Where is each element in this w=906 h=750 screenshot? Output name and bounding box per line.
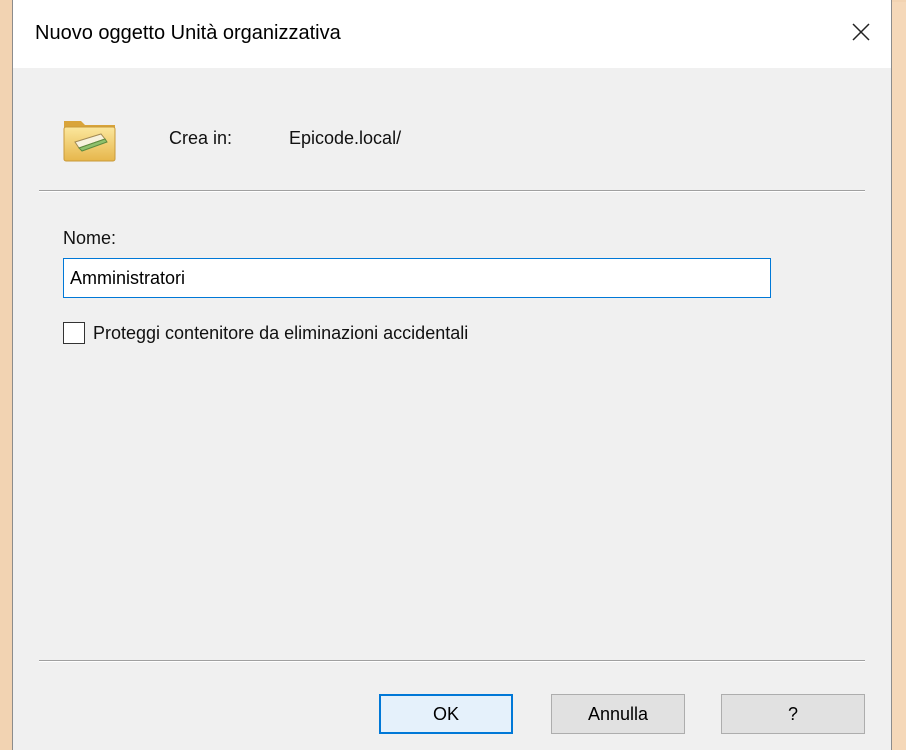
new-ou-dialog: Nuovo oggetto Unità organizzativa Crea i… [12, 0, 892, 750]
ok-button[interactable]: OK [379, 694, 513, 734]
close-button[interactable] [841, 12, 881, 52]
background-frame [0, 0, 12, 750]
dialog-title: Nuovo oggetto Unità organizzativa [35, 22, 341, 44]
name-input[interactable] [63, 258, 771, 298]
name-label: Nome: [63, 228, 117, 248]
organizational-unit-folder-icon [63, 121, 116, 162]
protect-container-checkbox-row[interactable]: Proteggi contenitore da eliminazioni acc… [63, 322, 468, 344]
separator [39, 190, 865, 192]
page: Nuovo oggetto Unità organizzativa Crea i… [0, 0, 906, 750]
create-in-path: Epicode.local/ [289, 128, 402, 148]
title-bar[interactable]: Nuovo oggetto Unità organizzativa [13, 0, 891, 68]
protect-container-label[interactable]: Proteggi contenitore da eliminazioni acc… [93, 323, 468, 344]
help-button[interactable]: ? [721, 694, 865, 734]
close-icon [852, 23, 870, 41]
create-in-label: Crea in: [169, 128, 233, 148]
cancel-button[interactable]: Annulla [551, 694, 685, 734]
separator [39, 660, 865, 662]
protect-container-checkbox[interactable] [63, 322, 85, 344]
